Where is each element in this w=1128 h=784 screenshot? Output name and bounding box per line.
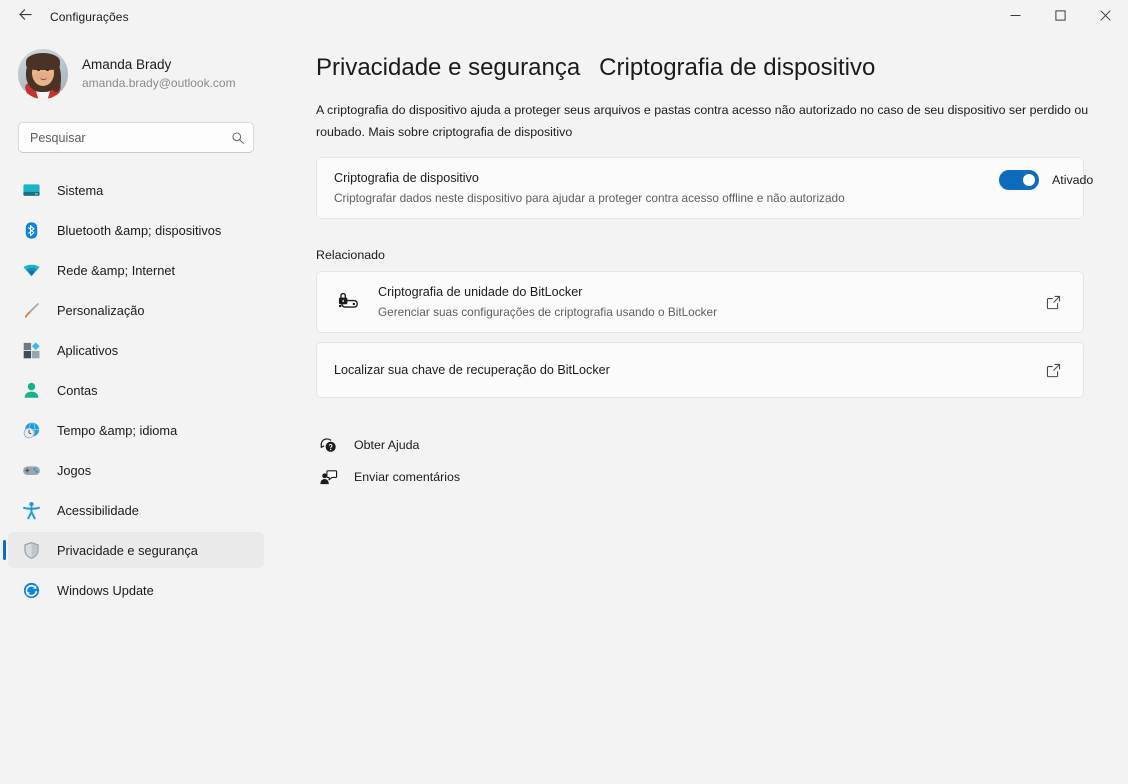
sidebar-item-label: Aplicativos (57, 342, 119, 358)
related-item-title: Localizar sua chave de recuperação do Bi… (334, 362, 610, 377)
sidebar-item-label: Rede &amp; Internet (57, 262, 176, 278)
minimize-icon (1010, 8, 1021, 26)
avatar (18, 49, 68, 99)
sidebar-item-personalizacao[interactable]: Personalização (8, 292, 264, 328)
feedback-icon (316, 465, 340, 489)
shield-icon (20, 539, 42, 561)
device-encryption-toggle-group: Ativado (999, 170, 1093, 190)
footer-link-label: Obter Ajuda (354, 438, 420, 452)
related-item-title: Criptografia de unidade do BitLocker (378, 285, 583, 299)
maximize-icon (1055, 8, 1066, 26)
page-description: A criptografia do dispositivo ajuda a pr… (316, 103, 1089, 139)
find-recovery-key-link[interactable]: Localizar sua chave de recuperação do Bi… (316, 342, 1084, 398)
toggle-state-label: Ativado (1052, 173, 1094, 187)
sidebar-item-acessibilidade[interactable]: Acessibilidade (8, 492, 264, 528)
window-title: Configurações (50, 9, 129, 24)
sidebar-item-bluetooth-dispositivos[interactable]: Bluetooth &amp; dispositivos (8, 212, 264, 248)
main-content: Privacidade e segurança Criptografia de … (272, 33, 1128, 784)
device-encryption-setting-card: Criptografia de dispositivo Criptografar… (316, 157, 1084, 219)
sidebar-item-label: Personalização (57, 302, 145, 318)
sidebar-nav: Sistema Bluetooth &amp; dispositivos Red… (0, 172, 272, 608)
help-icon (316, 433, 340, 457)
page-title: Criptografia de dispositivo (599, 54, 876, 81)
send-feedback-link[interactable]: Enviar comentários (316, 462, 466, 492)
bitlocker-drive-encryption-link[interactable]: Criptografia de unidade do BitLocker Ger… (316, 271, 1084, 333)
back-arrow-icon (18, 7, 33, 27)
footer-links: Obter Ajuda Enviar comentários (316, 430, 1100, 492)
sidebar-item-label: Tempo &amp; idioma (57, 422, 178, 438)
device-encryption-toggle[interactable] (999, 170, 1039, 190)
settings-window: Configurações Amanda Brady amanda.brady@… (0, 0, 1128, 784)
footer-link-label: Enviar comentários (354, 470, 461, 484)
related-section-heading: Relacionado (316, 248, 385, 262)
account-section[interactable]: Amanda Brady amanda.brady@outlook.com (18, 44, 272, 104)
breadcrumb-parent-link[interactable]: Privacidade e segurança (316, 54, 580, 82)
open-external-icon[interactable] (1040, 289, 1066, 315)
setting-subtitle: Criptografar dados neste dispositivo par… (334, 191, 845, 205)
minimize-button[interactable] (993, 0, 1038, 33)
close-button[interactable] (1083, 0, 1128, 33)
related-item-subtitle: Gerenciar suas configurações de criptogr… (378, 305, 718, 319)
accessibility-icon (20, 499, 42, 521)
apps-icon (20, 339, 42, 361)
sidebar-item-label: Jogos (57, 462, 92, 478)
sidebar-item-label: Sistema (57, 182, 104, 198)
sidebar-item-rede-internet[interactable]: Rede &amp; Internet (8, 252, 264, 288)
title-bar: Configurações (0, 0, 1128, 33)
clock-globe-icon (20, 419, 42, 441)
sidebar-item-label: Privacidade e segurança (57, 542, 198, 558)
search-container (18, 122, 254, 153)
search-input[interactable] (18, 122, 254, 153)
sidebar-item-label: Acessibilidade (57, 502, 139, 518)
sidebar-item-label: Windows Update (57, 582, 154, 598)
close-icon (1100, 8, 1111, 26)
sidebar-item-tempo-idioma[interactable]: Tempo &amp; idioma (8, 412, 264, 448)
gamepad-icon (20, 459, 42, 481)
sidebar-item-windows-update[interactable]: Windows Update (8, 572, 264, 608)
sidebar-item-sistema[interactable]: Sistema (8, 172, 264, 208)
get-help-link[interactable]: Obter Ajuda (316, 430, 425, 460)
sidebar-item-label: Contas (57, 382, 98, 398)
breadcrumb: Privacidade e segurança Criptografia de … (316, 54, 1100, 82)
window-controls (993, 0, 1128, 33)
account-name: Amanda Brady (82, 57, 172, 73)
sidebar-item-privacidade-e-seguranca[interactable]: Privacidade e segurança (3, 532, 264, 568)
window-body: Amanda Brady amanda.brady@outlook.com Pe… (0, 33, 1128, 784)
maximize-button[interactable] (1038, 0, 1083, 33)
wifi-icon (20, 259, 42, 281)
person-icon (20, 379, 42, 401)
setting-title: Criptografia de dispositivo (334, 171, 479, 185)
sidebar-item-contas[interactable]: Contas (8, 372, 264, 408)
account-email: amanda.brady@outlook.com (82, 75, 236, 90)
bluetooth-icon (20, 219, 42, 241)
paintbrush-icon (20, 299, 42, 321)
update-icon (20, 579, 42, 601)
toggle-knob (1022, 174, 1035, 186)
back-button[interactable] (8, 2, 42, 32)
monitor-icon (20, 179, 42, 201)
sidebar: Amanda Brady amanda.brady@outlook.com Pe… (0, 33, 272, 784)
open-external-icon[interactable] (1040, 357, 1066, 383)
bitlocker-drive-icon (334, 288, 362, 316)
sidebar-item-jogos[interactable]: Jogos (8, 452, 264, 488)
sidebar-item-aplicativos[interactable]: Aplicativos (8, 332, 264, 368)
sidebar-item-label: Bluetooth &amp; dispositivos (57, 222, 222, 238)
